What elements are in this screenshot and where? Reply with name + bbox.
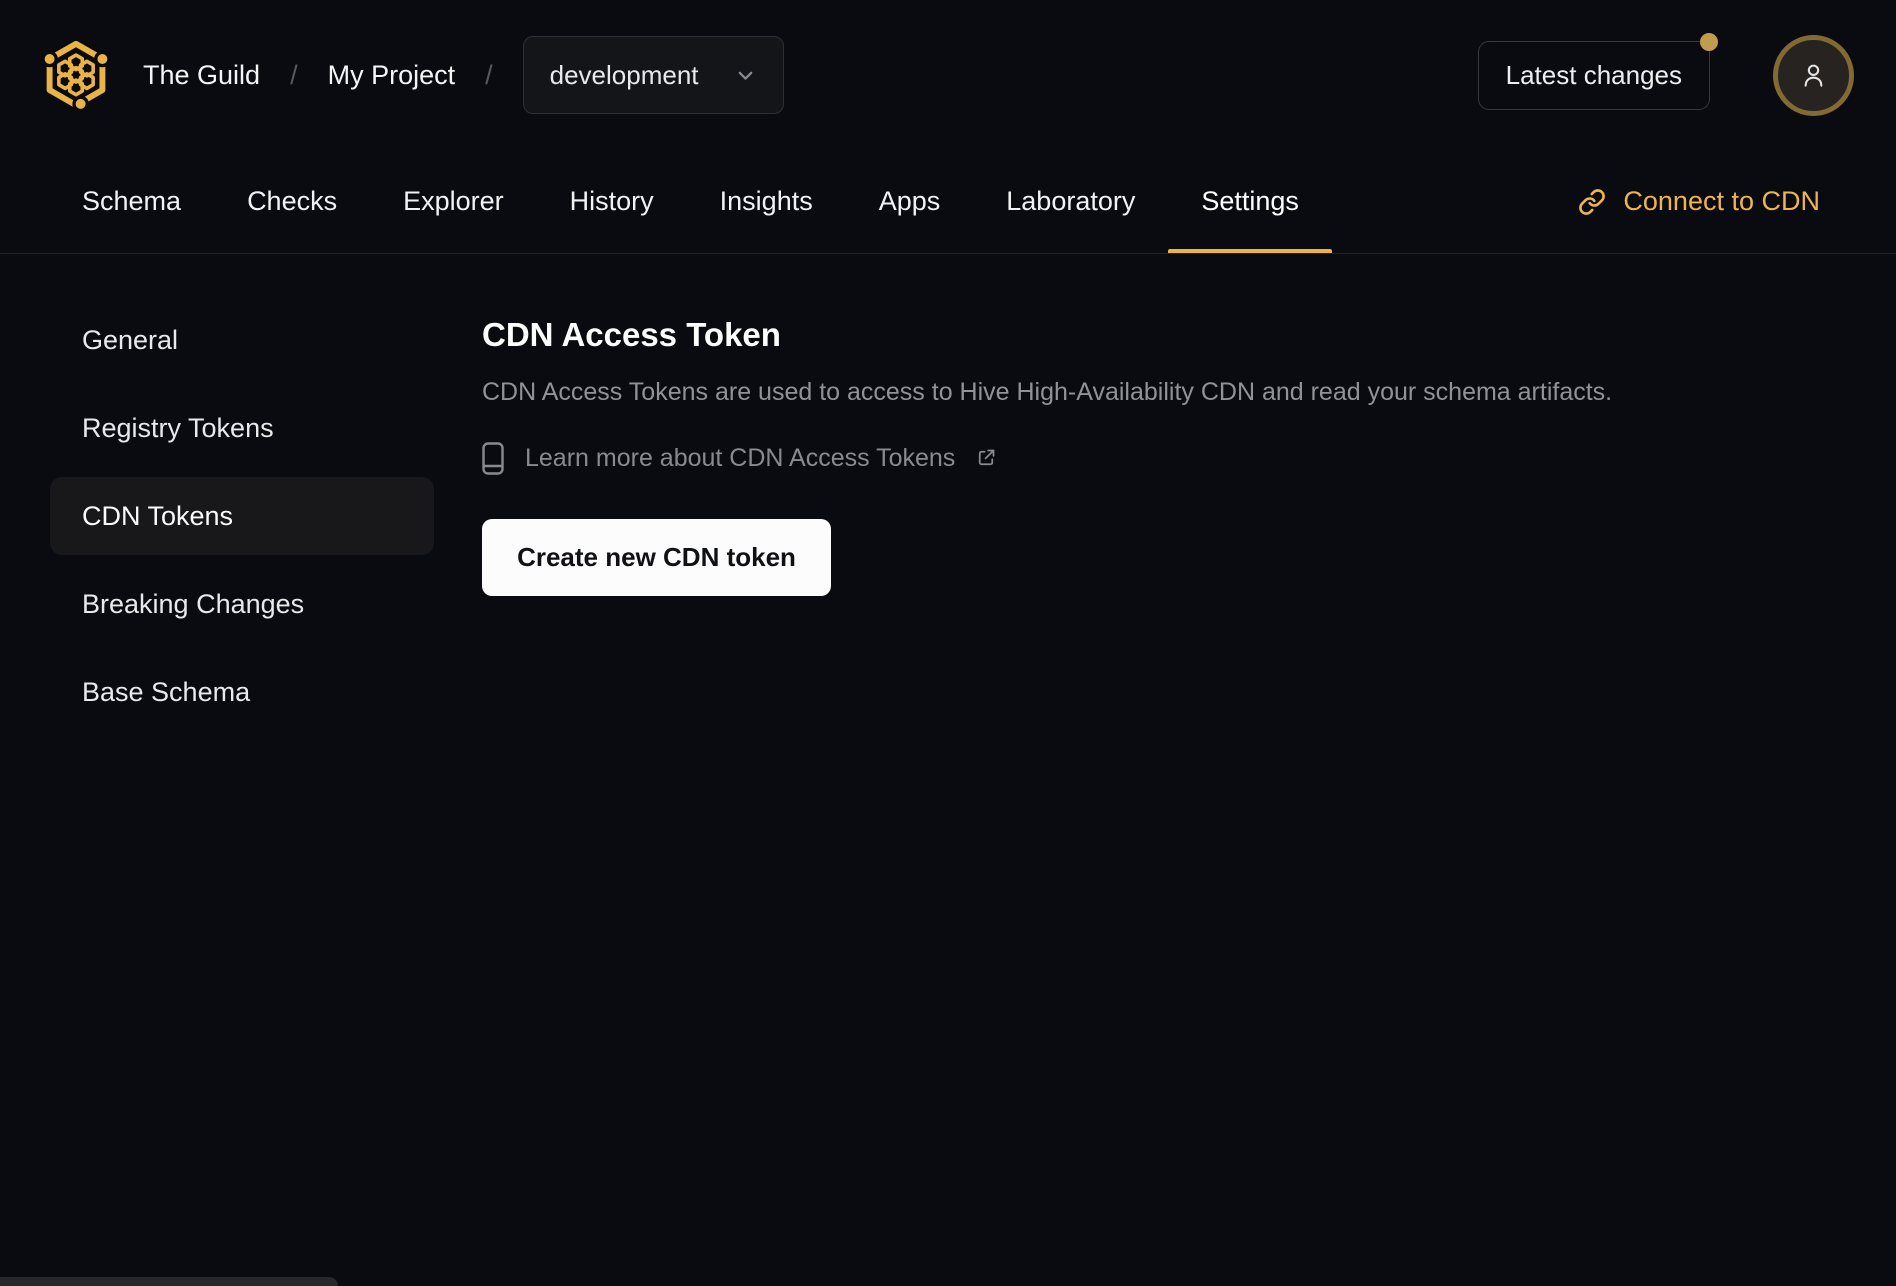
notification-dot — [1700, 32, 1718, 51]
sidebar-item-breaking-changes[interactable]: Breaking Changes — [50, 565, 434, 643]
tab-settings[interactable]: Settings — [1168, 150, 1332, 253]
link-icon — [1578, 188, 1606, 216]
book-icon — [482, 442, 504, 475]
app-header: The Guild / My Project / development Lat… — [0, 0, 1896, 150]
breadcrumb-separator: / — [290, 59, 298, 90]
breadcrumb-project[interactable]: My Project — [328, 60, 456, 91]
latest-changes-button[interactable]: Latest changes — [1477, 32, 1718, 110]
external-link-icon — [976, 448, 996, 468]
connect-to-cdn-link[interactable]: Connect to CDN — [1578, 150, 1820, 253]
user-avatar-button[interactable] — [1773, 34, 1854, 116]
tab-history[interactable]: History — [537, 150, 687, 253]
cdn-token-panel: CDN Access Token CDN Access Tokens are u… — [482, 254, 1612, 596]
tab-laboratory[interactable]: Laboratory — [973, 150, 1168, 253]
target-selector-value: development — [549, 59, 699, 90]
tab-explorer[interactable]: Explorer — [370, 150, 537, 253]
learn-more-link[interactable]: Learn more about CDN Access Tokens — [482, 442, 996, 475]
breadcrumb-separator: / — [485, 59, 493, 90]
bottom-overflow-element — [0, 1277, 338, 1286]
hive-honeycomb-logo-icon — [43, 39, 109, 112]
tab-apps[interactable]: Apps — [846, 150, 974, 253]
project-tabs-nav: Schema Checks Explorer History Insights … — [0, 150, 1896, 254]
settings-sidebar: General Registry Tokens CDN Tokens Break… — [50, 254, 434, 731]
sidebar-item-registry-tokens[interactable]: Registry Tokens — [50, 389, 434, 467]
page-title: CDN Access Token — [482, 316, 781, 353]
tab-insights[interactable]: Insights — [687, 150, 846, 253]
connect-to-cdn-label: Connect to CDN — [1623, 186, 1820, 216]
create-cdn-token-button[interactable]: Create new CDN token — [482, 518, 831, 596]
target-selector[interactable]: development — [522, 36, 784, 114]
breadcrumb: The Guild / My Project / development — [143, 36, 784, 114]
settings-content: General Registry Tokens CDN Tokens Break… — [0, 254, 1896, 731]
tab-schema[interactable]: Schema — [49, 150, 214, 253]
page-description: CDN Access Tokens are used to access to … — [482, 377, 1613, 406]
breadcrumb-organization[interactable]: The Guild — [143, 60, 260, 91]
tab-checks[interactable]: Checks — [214, 150, 370, 253]
sidebar-item-cdn-tokens[interactable]: CDN Tokens — [50, 477, 434, 555]
hive-logo[interactable] — [43, 39, 109, 112]
app-page: The Guild / My Project / development Lat… — [0, 0, 1896, 1286]
chevron-down-icon — [734, 64, 757, 87]
sidebar-item-base-schema[interactable]: Base Schema — [50, 653, 434, 731]
user-icon — [1797, 59, 1830, 92]
learn-more-label: Learn more about CDN Access Tokens — [525, 443, 956, 472]
tabs-list: Schema Checks Explorer History Insights … — [49, 150, 1332, 253]
sidebar-item-general[interactable]: General — [50, 301, 434, 379]
latest-changes-label: Latest changes — [1505, 59, 1682, 90]
